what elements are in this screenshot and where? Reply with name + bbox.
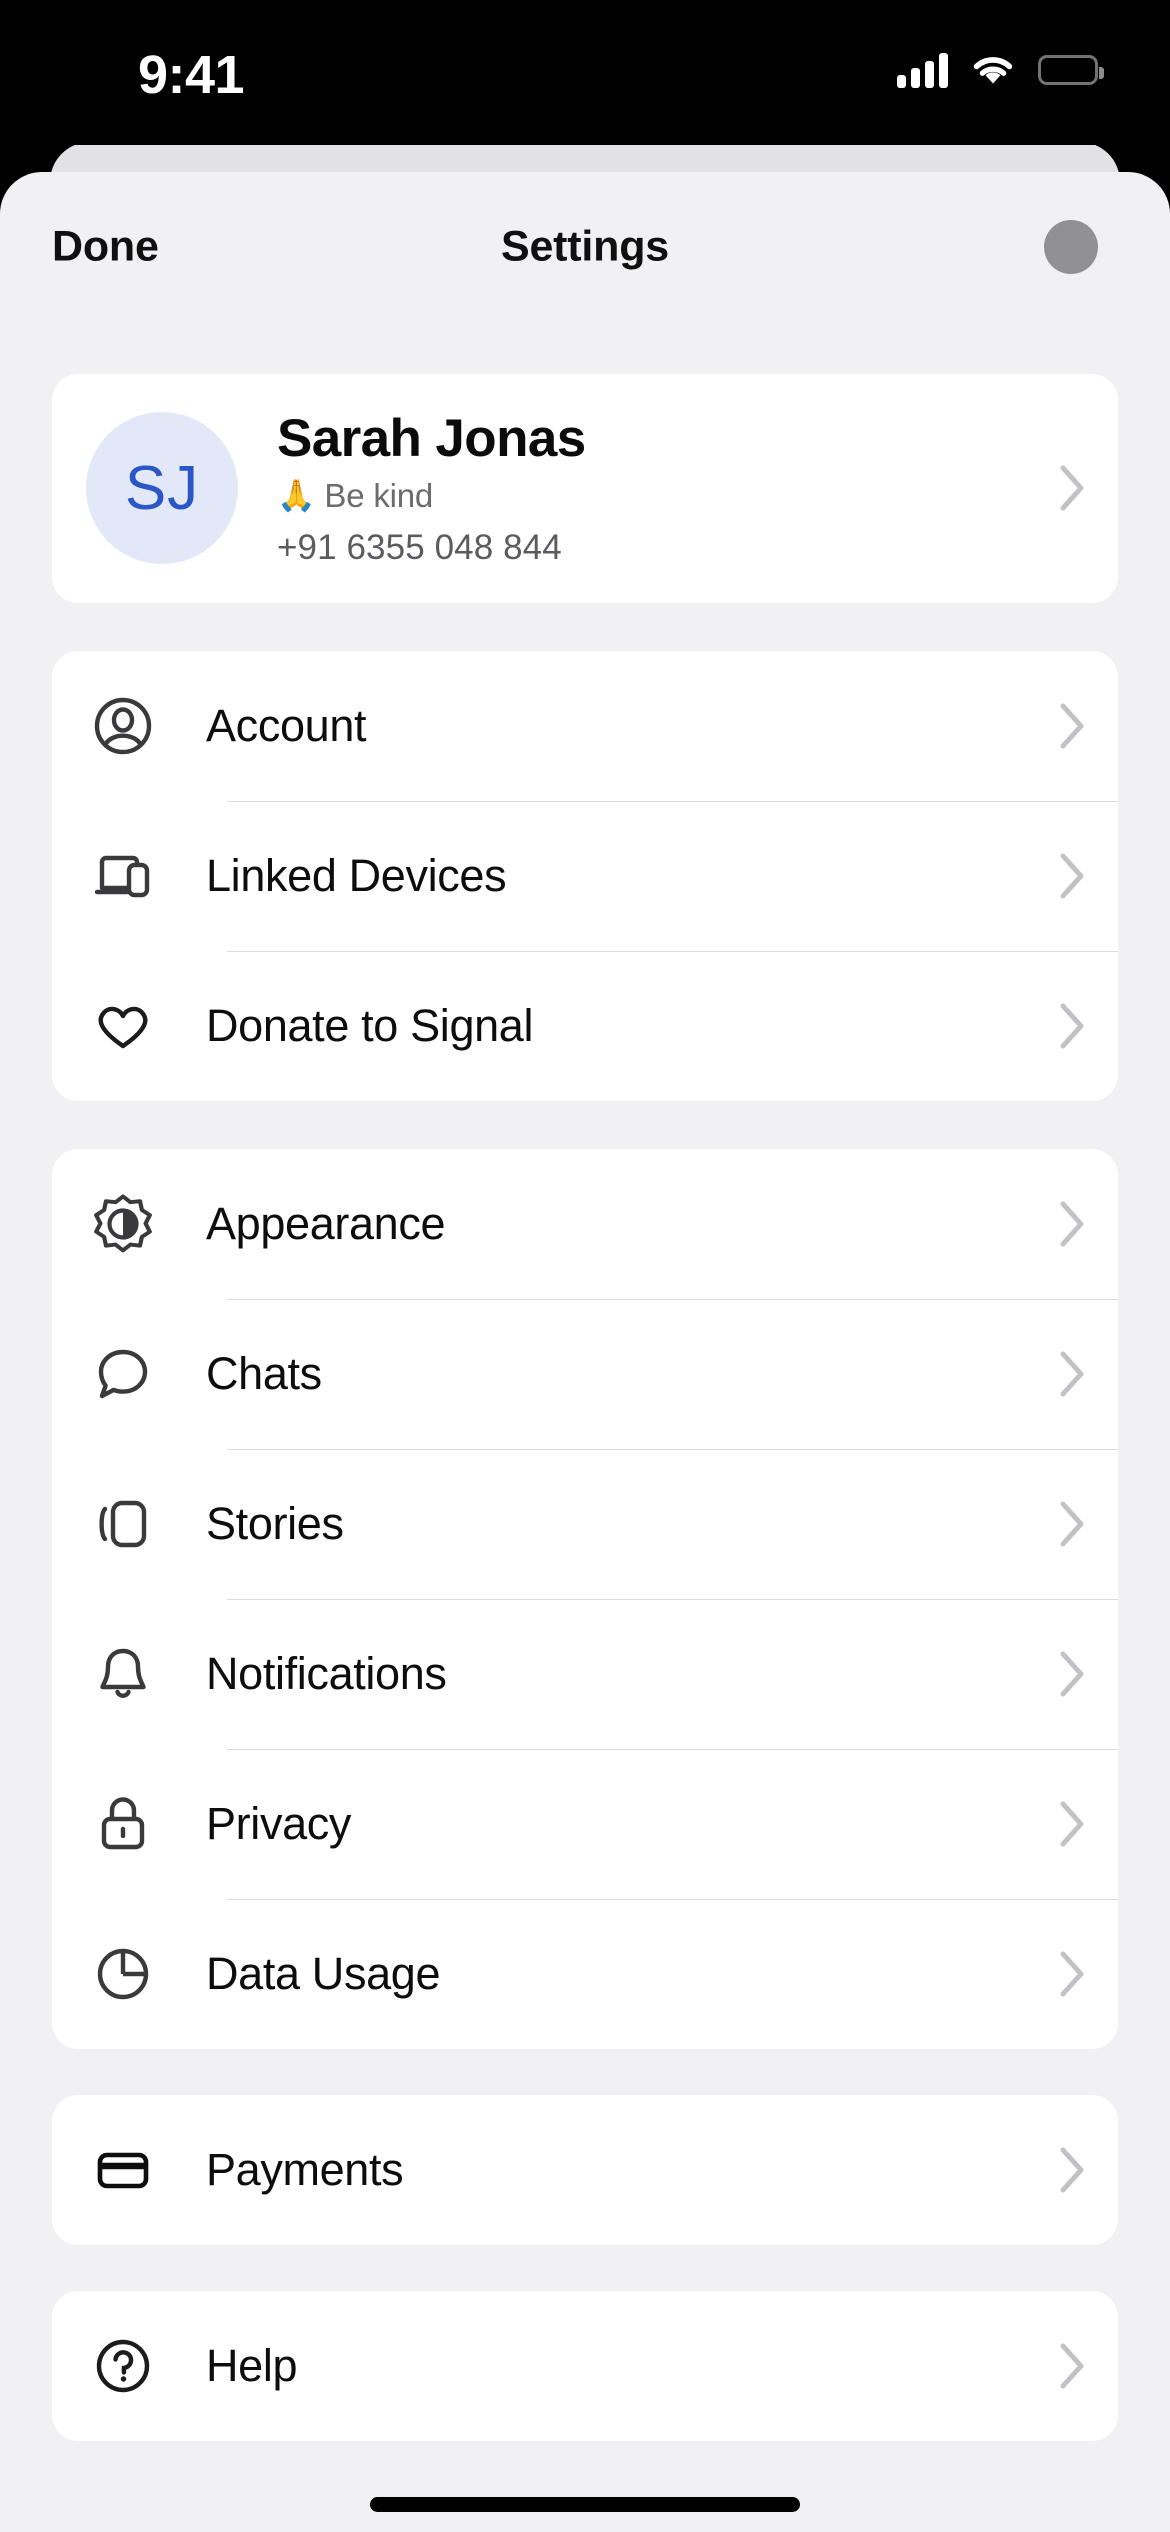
settings-row-help[interactable]: Help [52, 2291, 1118, 2441]
profile-about: 🙏 Be kind [277, 475, 1060, 516]
chevron-right-icon [1060, 1951, 1086, 1997]
settings-row-linked-devices[interactable]: Linked Devices [52, 800, 1118, 951]
credit-card-icon [92, 2139, 154, 2201]
profile-initials: SJ [124, 453, 200, 523]
profile-phone: +91 6355 048 844 [277, 527, 562, 567]
brightness-icon [92, 1193, 154, 1255]
settings-row-notifications[interactable]: Notifications [52, 1598, 1118, 1749]
settings-row-label: Chats [206, 1347, 322, 1399]
profile-card: SJ Sarah Jonas 🙏 Be kind +91 6355 048 84… [52, 374, 1118, 603]
chevron-right-icon [1060, 2147, 1086, 2193]
profile-name: Sarah Jonas [277, 409, 586, 468]
settings-row-appearance[interactable]: Appearance [52, 1149, 1118, 1299]
profile-avatar: SJ [86, 412, 238, 565]
settings-row-label: Linked Devices [206, 849, 507, 901]
settings-row-stories[interactable]: Stories [52, 1448, 1118, 1599]
settings-row-label: Payments [206, 2143, 404, 2195]
stories-card-icon [92, 1493, 154, 1555]
settings-row-label: Donate to Signal [206, 999, 534, 1051]
page-title: Settings [500, 222, 670, 271]
chevron-right-icon [1060, 465, 1086, 511]
phone-screen: 9:41 Done Settings SJ Sarah Jonas 🙏 Be k… [0, 0, 1170, 2532]
nav-avatar[interactable] [1044, 220, 1098, 274]
settings-row-label: Data Usage [206, 1947, 441, 1999]
profile-about-text: Be kind [324, 477, 434, 515]
status-bar: 9:41 [0, 0, 1170, 145]
chevron-right-icon [1060, 2343, 1086, 2389]
settings-row-account[interactable]: Account [52, 651, 1118, 801]
home-indicator-bar[interactable] [370, 2497, 800, 2512]
settings-row-payments[interactable]: Payments [52, 2095, 1118, 2245]
settings-row-label: Appearance [206, 1197, 446, 1249]
chevron-right-icon [1060, 1201, 1086, 1247]
pie-chart-icon [92, 1943, 154, 2005]
lock-icon [92, 1793, 154, 1855]
chevron-right-icon [1060, 1501, 1086, 1547]
settings-row-data-usage[interactable]: Data Usage [52, 1898, 1118, 2049]
settings-row-label: Stories [206, 1497, 344, 1549]
settings-row-label: Help [206, 2339, 298, 2391]
chevron-right-icon [1060, 1801, 1086, 1847]
question-circle-icon [92, 2335, 154, 2397]
chevron-right-icon [1060, 1351, 1086, 1397]
bell-icon [92, 1643, 154, 1705]
settings-row-privacy[interactable]: Privacy [52, 1748, 1118, 1899]
payments-group-card: Payments [52, 2094, 1118, 2245]
account-group-card: Account Linked Devices Donate to Signal [52, 650, 1118, 1101]
help-group-card: Help [52, 2290, 1118, 2441]
heart-icon [92, 995, 154, 1057]
settings-row-label: Notifications [206, 1647, 447, 1699]
cellular-signal-icon [897, 52, 948, 88]
settings-row-donate-to-signal[interactable]: Donate to Signal [52, 950, 1118, 1101]
chevron-right-icon [1060, 853, 1086, 899]
status-bar-icons [897, 52, 1104, 88]
status-bar-time: 9:41 [138, 45, 245, 105]
devices-icon [92, 845, 154, 907]
chevron-right-icon [1060, 1003, 1086, 1049]
chevron-right-icon [1060, 1651, 1086, 1697]
chevron-right-icon [1060, 703, 1086, 749]
settings-row-label: Privacy [206, 1797, 352, 1849]
praying-hands-emoji-icon: 🙏 [277, 477, 316, 513]
navigation-bar: Done Settings [0, 172, 1170, 322]
profile-text-block: Sarah Jonas 🙏 Be kind +91 6355 048 844 [277, 408, 1060, 569]
battery-full-icon [1038, 55, 1104, 85]
preferences-group-card: Appearance Chats Stories Notifications P… [52, 1148, 1118, 2049]
profile-row[interactable]: SJ Sarah Jonas 🙏 Be kind +91 6355 048 84… [52, 374, 1118, 603]
settings-row-label: Account [206, 699, 367, 751]
settings-sheet: Done Settings SJ Sarah Jonas 🙏 Be kind +… [0, 172, 1170, 2532]
person-circle-icon [92, 695, 154, 757]
wifi-icon [970, 53, 1016, 87]
settings-row-chats[interactable]: Chats [52, 1298, 1118, 1449]
chat-bubble-icon [92, 1343, 154, 1405]
